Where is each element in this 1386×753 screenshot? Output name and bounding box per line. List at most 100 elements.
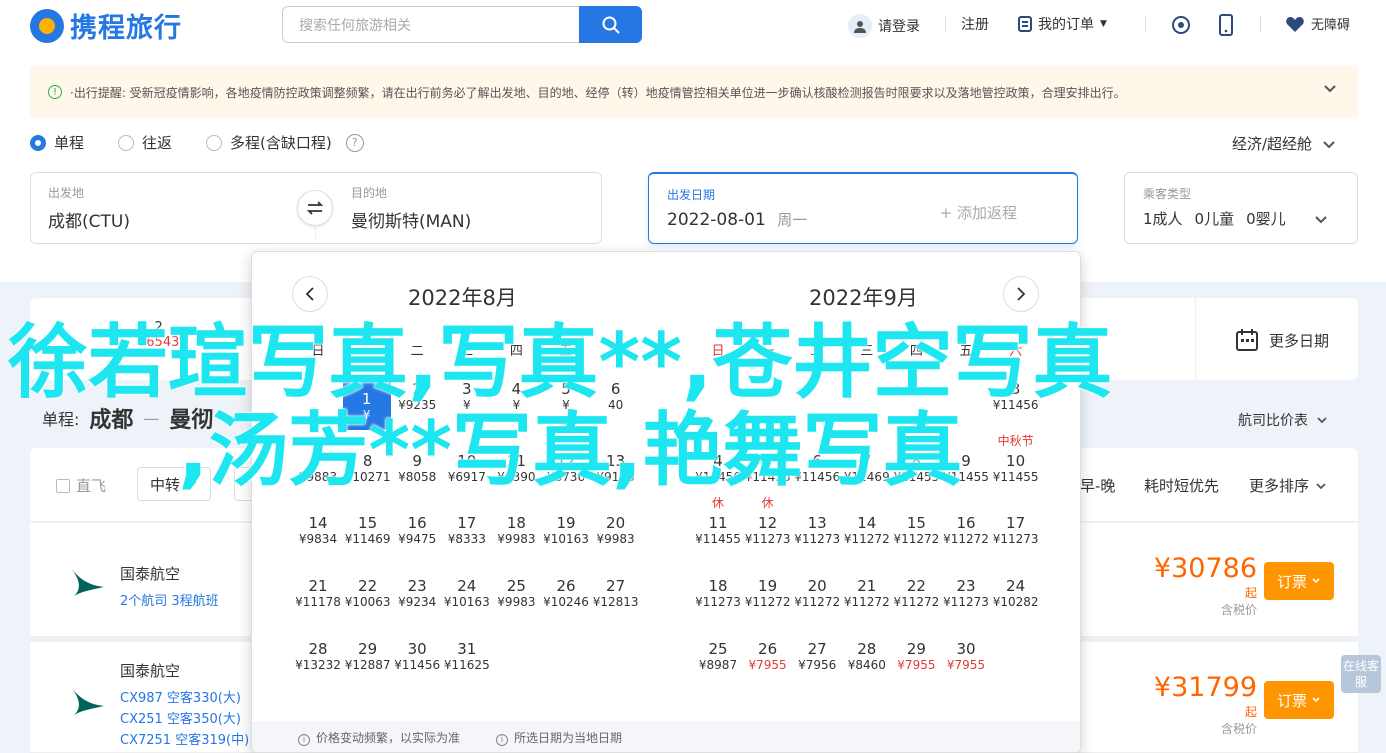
day-price: ¥11272 <box>794 595 841 609</box>
day-price: ¥7955 <box>946 658 986 672</box>
day-number: 16 <box>407 514 427 532</box>
swap-button[interactable] <box>297 190 333 226</box>
calendar-day[interactable]: 23 ¥11273 <box>941 577 991 609</box>
calendar-day[interactable]: 12 ¥11273 休 <box>743 496 793 546</box>
calendar-day[interactable]: 27 ¥7956 <box>792 640 842 672</box>
add-return-button[interactable]: + 添加返程 <box>940 202 1017 223</box>
calendar-day[interactable]: 13 ¥11273 <box>792 514 842 546</box>
date-field[interactable]: 出发日期 2022-08-01 周一 + 添加返程 <box>648 172 1078 244</box>
day-number: 24 <box>457 577 477 595</box>
caret-down-icon: ▼ <box>1100 19 1107 29</box>
order-icon <box>1018 16 1032 32</box>
date-note: i 所选日期为当地日期 <box>496 729 622 746</box>
chevron-down-icon[interactable] <box>1322 80 1338 99</box>
cabin-select[interactable]: 经济/超经舱 <box>1232 133 1336 154</box>
search-button[interactable] <box>579 6 642 43</box>
calendar-day[interactable]: 23 ¥9234 <box>392 577 442 609</box>
day-price: ¥11272 <box>943 532 989 546</box>
calendar-day[interactable]: 30 ¥11456 <box>392 640 442 672</box>
calendar-day[interactable]: 20 ¥9983 <box>591 514 641 546</box>
radio-checked-icon <box>30 134 46 151</box>
direct-only-checkbox[interactable]: 直飞 <box>56 475 106 496</box>
help-icon[interactable]: ? <box>345 133 364 152</box>
day-number: 14 <box>308 514 328 532</box>
calendar-day[interactable]: 17 ¥8333 <box>442 514 492 546</box>
day-number: 29 <box>906 640 926 658</box>
calendar-day[interactable]: 18 ¥11273 <box>693 577 743 609</box>
login-link[interactable]: 请登录 <box>848 14 920 38</box>
my-orders-menu[interactable]: 我的订单 ▼ <box>1018 14 1107 34</box>
day-price: ¥11272 <box>893 595 940 609</box>
day-number: 28 <box>308 640 328 658</box>
calendar-day[interactable]: 25 ¥9983 <box>491 577 541 609</box>
customer-service-icon[interactable] <box>1170 14 1192 36</box>
calendar-day[interactable]: 21 ¥11272 <box>842 577 892 609</box>
login-label: 请登录 <box>878 19 920 35</box>
calendar-day[interactable]: 28 ¥8460 <box>842 640 892 672</box>
calendar-day[interactable]: 17 ¥11273 <box>991 514 1041 546</box>
calendar-day[interactable]: 29 ¥7955 <box>891 640 941 672</box>
calendar-day[interactable]: 26 ¥10246 <box>541 577 591 609</box>
calendar-day[interactable]: 29 ¥12887 <box>343 640 393 672</box>
calendar-day[interactable]: 19 ¥10163 <box>541 514 591 546</box>
passenger-field[interactable]: 乘客类型 1成人 0儿童 0婴儿 <box>1124 172 1358 244</box>
logo-icon <box>30 8 64 43</box>
calendar-day[interactable]: 11 ¥11455 休 <box>693 496 743 546</box>
day-price: ¥11625 <box>443 658 490 672</box>
day-number: 21 <box>308 577 328 595</box>
calendar-day[interactable]: 22 ¥10063 <box>343 577 393 609</box>
register-link[interactable]: 注册 <box>961 14 989 34</box>
calendar-day[interactable]: 14 ¥11272 <box>842 514 892 546</box>
calendar-day[interactable]: 15 ¥11272 <box>891 514 941 546</box>
calendar-day[interactable]: 15 ¥11469 <box>343 514 393 546</box>
book-button[interactable]: 订票 <box>1264 562 1334 600</box>
airline-info-link[interactable]: 2个航司 3程航班 <box>120 590 219 609</box>
calendar-day[interactable]: 24 ¥10163 <box>442 577 492 609</box>
radio-multi-city[interactable]: 多程(含缺口程)? <box>206 132 364 153</box>
day-number: 31 <box>457 640 477 658</box>
day-price: ¥11273 <box>695 595 741 609</box>
search-input[interactable] <box>282 6 580 43</box>
calendar-day[interactable]: 20 ¥11272 <box>792 577 842 609</box>
mobile-app-icon[interactable] <box>1218 14 1234 36</box>
day-price: ¥10163 <box>443 595 490 609</box>
accessibility-link[interactable]: 无障碍 <box>1285 14 1350 33</box>
radio-round-trip[interactable]: 往返 <box>118 132 172 153</box>
ctrip-logo[interactable]: 携程旅行 <box>30 6 182 45</box>
to-value: 曼彻斯特(MAN) <box>351 212 472 232</box>
calendar-day[interactable]: 31 ¥11625 <box>442 640 492 672</box>
segment-link[interactable]: CX7251 空客319(中) <box>120 729 249 748</box>
calendar-day[interactable]: 25 ¥8987 <box>693 640 743 672</box>
calendar-day[interactable]: 16 ¥11272 <box>941 514 991 546</box>
calendar-day[interactable]: 18 ¥9983 <box>491 514 541 546</box>
calendar-day[interactable]: 19 ¥11272 <box>743 577 793 609</box>
day-price: ¥7955 <box>748 658 787 672</box>
calendar-day[interactable]: 26 ¥7955 <box>743 640 793 672</box>
info-icon: i <box>298 734 310 746</box>
to-field[interactable]: 目的地 曼彻斯特(MAN) <box>351 184 471 232</box>
calendar-day[interactable]: 22 ¥11272 <box>891 577 941 609</box>
price-value: ¥30786 <box>1153 553 1257 584</box>
calendar-day[interactable]: 30 ¥7955 <box>941 640 991 672</box>
radio-one-way[interactable]: 单程 <box>30 132 84 153</box>
from-field[interactable]: 出发地 成都(CTU) <box>48 184 130 232</box>
day-number: 21 <box>857 577 877 595</box>
calendar-day[interactable]: 16 ¥9475 <box>392 514 442 546</box>
book-button[interactable]: 订票 <box>1264 681 1334 719</box>
calendar-day[interactable]: 27 ¥12813 <box>591 577 641 609</box>
price-note: i 价格变动频繁，以实际为准 <box>298 729 460 746</box>
calendar-day[interactable]: 24 ¥10282 <box>991 577 1041 609</box>
calendar-day[interactable]: 28 ¥13232 <box>293 640 343 672</box>
price-value: ¥31799 <box>1153 672 1257 703</box>
header-divider <box>945 16 946 32</box>
calendar-day[interactable]: 21 ¥11178 <box>293 577 343 609</box>
day-number: 15 <box>358 514 378 532</box>
book-label: 订票 <box>1276 572 1307 591</box>
day-number: 16 <box>956 514 976 532</box>
calendar-day[interactable]: 14 ¥9834 <box>293 514 343 546</box>
segment-link[interactable]: CX251 空客350(大) <box>120 708 241 727</box>
online-service-button[interactable]: 在线客服 <box>1341 655 1381 693</box>
day-price: ¥10246 <box>543 595 589 609</box>
day-price: ¥11273 <box>744 532 791 546</box>
segment-link[interactable]: CX987 空客330(大) <box>120 687 241 706</box>
